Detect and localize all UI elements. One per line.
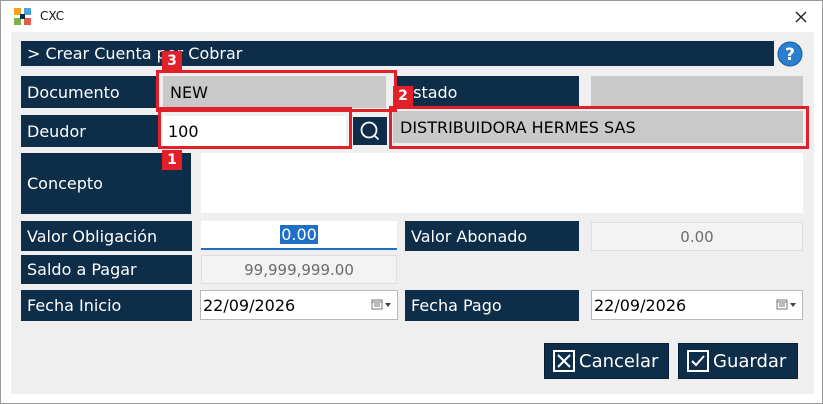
annotation-badge-3: 3	[162, 51, 182, 71]
calendar-dropdown-icon[interactable]	[371, 299, 393, 311]
window-title: CXC	[40, 9, 65, 23]
fecha-pago-picker[interactable]: 22/09/2026	[591, 290, 803, 320]
valor-obligacion-selected-text: 0.00	[280, 225, 318, 244]
valor-obligacion-label: Valor Obligación	[21, 221, 192, 251]
valor-obligacion-input[interactable]: 0.00	[201, 221, 397, 250]
annotation-box-1	[158, 107, 352, 149]
help-icon[interactable]: ?	[776, 40, 804, 68]
fecha-inicio-value: 22/09/2026	[203, 295, 296, 315]
close-icon	[795, 11, 807, 22]
form-header: > Crear Cuenta por Cobrar	[21, 41, 774, 66]
save-label: Guardar	[713, 350, 787, 372]
annotation-badge-1: 1	[162, 150, 182, 170]
annotation-badge-2: 2	[393, 86, 413, 106]
documento-label: Documento	[21, 76, 159, 108]
search-icon	[360, 121, 380, 141]
estado-label: Estado	[397, 76, 579, 108]
save-button[interactable]: Guardar	[678, 343, 798, 379]
deudor-label: Deudor	[21, 115, 159, 147]
fecha-inicio-label: Fecha Inicio	[21, 290, 192, 321]
saldo-label: Saldo a Pagar	[21, 255, 192, 284]
fecha-inicio-picker[interactable]: 22/09/2026	[200, 290, 398, 320]
annotation-box-2	[389, 106, 809, 149]
close-button[interactable]	[781, 1, 821, 32]
deudor-search-button[interactable]	[353, 117, 387, 145]
fecha-pago-label: Fecha Pago	[405, 290, 579, 321]
cancel-label: Cancelar	[579, 350, 659, 372]
valor-abonado-field: 0.00	[591, 222, 803, 251]
cancel-button[interactable]: Cancelar	[544, 343, 669, 379]
title-bar: CXC	[1, 1, 822, 32]
concepto-input[interactable]	[201, 153, 803, 213]
valor-abonado-label: Valor Abonado	[405, 221, 579, 251]
app-icon	[14, 8, 31, 25]
saldo-field: 99,999,999.00	[201, 255, 397, 284]
annotation-box-3	[156, 70, 397, 112]
checkmark-icon	[687, 350, 709, 372]
cancel-icon	[553, 350, 575, 372]
calendar-dropdown-icon[interactable]	[776, 299, 798, 311]
estado-field	[591, 76, 803, 108]
window: CXC > Crear Cuenta por Cobrar ? Document…	[0, 0, 823, 404]
fecha-pago-value: 22/09/2026	[594, 295, 687, 315]
svg-text:?: ?	[785, 45, 795, 65]
